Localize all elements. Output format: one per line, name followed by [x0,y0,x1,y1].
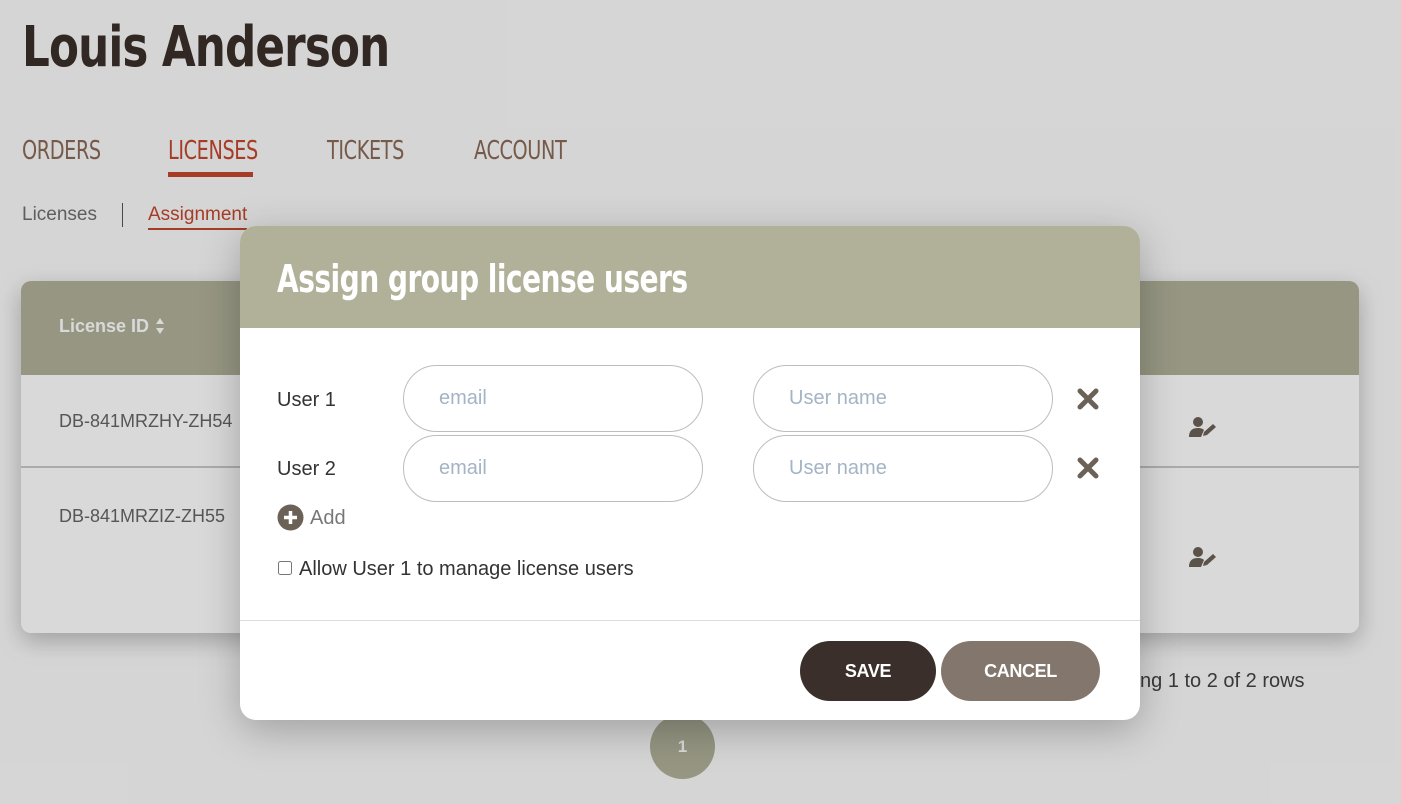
user-2-name-input[interactable] [753,435,1053,502]
manage-users-checkbox[interactable] [278,561,292,575]
user-1-name-input[interactable] [753,365,1053,432]
user-2-label: User 2 [277,458,336,480]
modal-footer-divider [240,620,1140,621]
modal-header: Assign group license users [240,226,1140,328]
assign-users-modal: Assign group license users User 1 User 2… [240,226,1140,720]
user-1-email-input[interactable] [403,365,703,432]
plus-circle-icon [277,504,304,531]
cancel-button[interactable]: CANCEL [941,641,1100,701]
manage-users-checkbox-label[interactable]: Allow User 1 to manage license users [299,558,634,581]
user-2-email-input[interactable] [403,435,703,502]
remove-user-2-close-icon[interactable] [1076,456,1100,480]
user-1-label: User 1 [277,389,336,411]
remove-user-1-close-icon[interactable] [1076,387,1100,411]
modal-title: Assign group license users [277,257,688,301]
save-button[interactable]: SAVE [800,641,936,701]
add-user-label: Add [310,507,346,529]
